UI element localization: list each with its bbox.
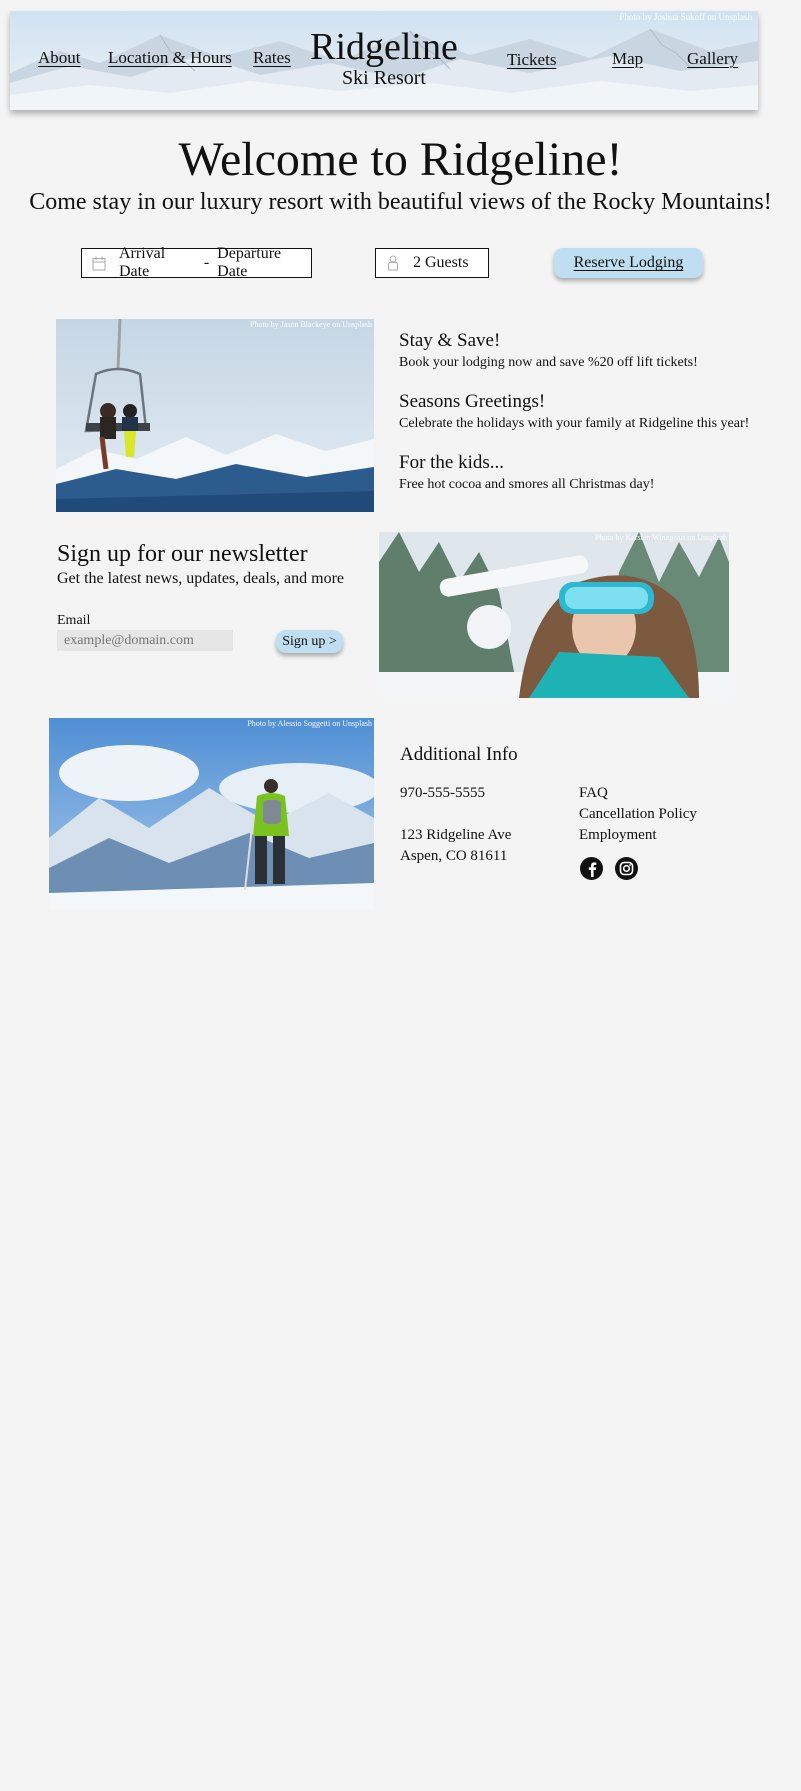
faq-link[interactable]: FAQ bbox=[579, 785, 608, 802]
promo-title: Stay & Save! bbox=[399, 330, 501, 351]
instagram-icon[interactable] bbox=[615, 857, 638, 880]
arrival-date-label: Arrival Date bbox=[119, 245, 166, 280]
newsletter-title: Sign up for our newsletter bbox=[57, 541, 308, 567]
chairlift-photo-credit: Photo by Jason Blackeye on Unsplash bbox=[250, 320, 372, 329]
promo-for-kids: For the kids... Free hot cocoa and smore… bbox=[399, 452, 654, 493]
hiker-photo-credit: Photo by Alessio Soggetti on Unsplash bbox=[247, 719, 372, 728]
brand-subtitle: Ski Resort bbox=[342, 67, 426, 89]
skier-goggles-photo: Photo by Karsten Winegeart on Unsplash bbox=[379, 532, 729, 698]
guests-label: 2 Guests bbox=[413, 254, 469, 271]
employment-link[interactable]: Employment bbox=[579, 827, 657, 844]
promo-text: Celebrate the holidays with your family … bbox=[399, 416, 750, 431]
promo-seasons-greetings: Seasons Greetings! Celebrate the holiday… bbox=[399, 391, 749, 432]
date-range-picker[interactable]: Arrival Date - Departure Date bbox=[81, 245, 312, 280]
departure-date-label: Departure Date bbox=[217, 245, 282, 280]
header-photo-credit: Photo by Joshua Sukoff on Unsplash bbox=[619, 12, 752, 22]
email-field[interactable] bbox=[57, 630, 233, 651]
facebook-icon[interactable] bbox=[580, 857, 603, 880]
promo-text: Free hot cocoa and smores all Christmas … bbox=[399, 477, 655, 492]
guests-selector[interactable]: 2 Guests bbox=[375, 248, 489, 278]
chairlift-photo: Photo by Jason Blackeye on Unsplash bbox=[56, 319, 374, 512]
signup-button[interactable]: Sign up > bbox=[276, 630, 343, 653]
person-icon bbox=[386, 255, 400, 271]
promo-title: Seasons Greetings! bbox=[399, 391, 546, 412]
address-line2: Aspen, CO 81611 bbox=[400, 848, 508, 864]
hiker-photo: Photo by Alessio Soggetti on Unsplash bbox=[49, 718, 374, 909]
address-line1: 123 Ridgeline Ave bbox=[400, 827, 512, 843]
promo-title: For the kids... bbox=[399, 452, 505, 473]
cancellation-policy-link[interactable]: Cancellation Policy bbox=[579, 806, 697, 823]
promo-text: Book your lodging now and save %20 off l… bbox=[399, 355, 698, 370]
reserve-lodging-button[interactable]: Reserve Lodging bbox=[554, 248, 703, 278]
nav-tickets[interactable]: Tickets bbox=[507, 50, 556, 70]
date-separator: - bbox=[203, 254, 210, 271]
goggles-photo-credit: Photo by Karsten Winegeart on Unsplash bbox=[594, 533, 727, 542]
additional-info-title: Additional Info bbox=[400, 744, 518, 765]
calendar-icon bbox=[92, 256, 106, 271]
nav-gallery[interactable]: Gallery bbox=[687, 49, 738, 69]
promo-stay-save: Stay & Save! Book your lodging now and s… bbox=[399, 330, 698, 371]
nav-map[interactable]: Map bbox=[612, 49, 643, 69]
phone-number: 970-555-5555 bbox=[400, 785, 485, 801]
brand-title: Ridgeline bbox=[310, 26, 458, 68]
email-label: Email bbox=[57, 613, 91, 628]
hero-title: Welcome to Ridgeline! bbox=[178, 133, 623, 186]
newsletter-subtitle: Get the latest news, updates, deals, and… bbox=[57, 570, 345, 587]
hero-subtitle: Come stay in our luxury resort with beau… bbox=[29, 189, 772, 215]
site-header: Photo by Joshua Sukoff on Unsplash About… bbox=[10, 11, 758, 110]
